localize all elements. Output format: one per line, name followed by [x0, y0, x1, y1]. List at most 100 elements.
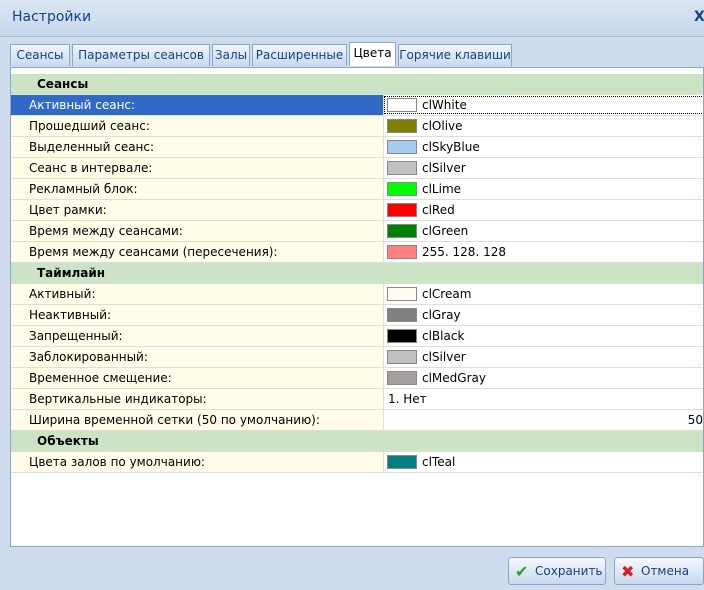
- color-swatch: [387, 203, 417, 217]
- property-row-vertical-indicators[interactable]: Вертикальные индикаторы: 1. Нет: [11, 389, 703, 410]
- color-name: clCream: [422, 287, 472, 301]
- color-name: clGreen: [422, 224, 469, 238]
- property-row-highlighted-session[interactable]: Выделенный сеанс: clSkyBlue: [11, 137, 703, 158]
- color-swatch: [387, 308, 417, 322]
- tab-session-params[interactable]: Параметры сеансов: [72, 44, 210, 66]
- property-row-active[interactable]: Активный: clCream: [11, 284, 703, 305]
- color-value-cell[interactable]: clGray: [383, 305, 703, 325]
- tab-colors[interactable]: Цвета: [349, 42, 396, 66]
- property-row-time-between-overlap[interactable]: Время между сеансами (пересечения): 255.…: [11, 242, 703, 263]
- category-title: Таймлайн: [37, 266, 106, 280]
- property-label: Время между сеансами (пересечения):: [29, 245, 278, 259]
- property-row-past-session[interactable]: Прошедший сеанс: clOlive: [11, 116, 703, 137]
- property-label: Временное смещение:: [29, 371, 172, 385]
- property-row-inactive[interactable]: Неактивный: clGray: [11, 305, 703, 326]
- color-value-cell[interactable]: clSilver: [383, 158, 703, 178]
- color-swatch: [387, 98, 417, 112]
- color-name: clRed: [422, 203, 455, 217]
- value-text: 50: [687, 413, 703, 427]
- color-value-cell[interactable]: clCream: [383, 284, 703, 304]
- color-swatch: [387, 455, 417, 469]
- property-label: Цвета залов по умолчанию:: [29, 455, 205, 469]
- cancel-button[interactable]: ✖ Отмена: [614, 557, 704, 585]
- property-label: Ширина временной сетки (50 по умолчанию)…: [29, 413, 320, 427]
- property-row-frame-color[interactable]: Цвет рамки: clRed: [11, 200, 703, 221]
- color-name: clBlack: [422, 329, 465, 343]
- property-row-time-between[interactable]: Время между сеансами: clGreen: [11, 221, 703, 242]
- cancel-button-label: Отмена: [641, 564, 690, 578]
- color-value-cell[interactable]: 255. 128. 128: [383, 242, 703, 262]
- property-row-ad-block[interactable]: Рекламный блок: clLime: [11, 179, 703, 200]
- color-value-cell[interactable]: clRed: [383, 200, 703, 220]
- property-row-grid-width[interactable]: Ширина временной сетки (50 по умолчанию)…: [11, 410, 703, 431]
- tab-hotkeys[interactable]: Горячие клавиши: [398, 44, 512, 66]
- property-label: Активный сеанс:: [29, 98, 136, 112]
- property-row-time-offset[interactable]: Временное смещение: clMedGray: [11, 368, 703, 389]
- color-value-cell[interactable]: clOlive: [383, 116, 703, 136]
- category-title: Сеансы: [37, 77, 89, 91]
- property-row-active-session[interactable]: Активный сеанс: clWhite: [11, 95, 703, 116]
- property-label: Вертикальные индикаторы:: [29, 392, 207, 406]
- color-value-cell[interactable]: clWhite: [383, 95, 703, 115]
- value-text: 1. Нет: [388, 392, 427, 406]
- property-label: Рекламный блок:: [29, 182, 138, 196]
- color-name: 255. 128. 128: [422, 245, 506, 259]
- color-value-cell[interactable]: clSkyBlue: [383, 137, 703, 157]
- color-value-cell[interactable]: clLime: [383, 179, 703, 199]
- property-label: Выделенный сеанс:: [29, 140, 155, 154]
- title-bar: Настройки X: [0, 0, 704, 37]
- property-row-default-hall-colors[interactable]: Цвета залов по умолчанию: clTeal: [11, 452, 703, 473]
- cross-icon: ✖: [621, 562, 635, 581]
- category-timeline[interactable]: Таймлайн: [11, 263, 703, 284]
- color-swatch: [387, 245, 417, 259]
- color-name: clGray: [422, 308, 461, 322]
- property-row-session-in-interval[interactable]: Сеанс в интервале: clSilver: [11, 158, 703, 179]
- color-value-cell[interactable]: clSilver: [383, 347, 703, 367]
- color-swatch: [387, 371, 417, 385]
- color-name: clSilver: [422, 350, 466, 364]
- color-name: clWhite: [422, 98, 467, 112]
- checkmark-icon: ✔: [515, 562, 529, 581]
- property-row-blocked[interactable]: Заблокированный: clSilver: [11, 347, 703, 368]
- color-value-cell[interactable]: clTeal: [383, 452, 703, 472]
- property-label: Неактивный:: [29, 308, 112, 322]
- window-title: Настройки: [12, 9, 92, 25]
- property-row-forbidden[interactable]: Запрещенный: clBlack: [11, 326, 703, 347]
- color-swatch: [387, 287, 417, 301]
- color-name: clLime: [422, 182, 462, 196]
- property-grid: Сеансы Активный сеанс: clWhite Прошедший…: [10, 67, 704, 547]
- tab-advanced[interactable]: Расширенные: [252, 44, 347, 66]
- color-swatch: [387, 119, 417, 133]
- color-name: clOlive: [422, 119, 463, 133]
- color-swatch: [387, 140, 417, 154]
- category-title: Объекты: [37, 434, 99, 448]
- category-sessions[interactable]: Сеансы: [11, 74, 703, 95]
- close-icon[interactable]: X: [694, 9, 704, 25]
- category-objects[interactable]: Объекты: [11, 431, 703, 452]
- color-swatch: [387, 224, 417, 238]
- color-name: clMedGray: [422, 371, 486, 385]
- property-label: Заблокированный:: [29, 350, 148, 364]
- color-swatch: [387, 329, 417, 343]
- property-label: Прошедший сеанс:: [29, 119, 150, 133]
- property-label: Запрещенный:: [29, 329, 123, 343]
- dialog-footer: ✔ Сохранить ✖ Отмена: [10, 547, 704, 590]
- color-name: clTeal: [422, 455, 456, 469]
- color-name: clSilver: [422, 161, 466, 175]
- color-swatch: [387, 350, 417, 364]
- color-swatch: [387, 161, 417, 175]
- value-cell[interactable]: 50: [383, 410, 703, 430]
- property-label: Сеанс в интервале:: [29, 161, 153, 175]
- save-button-label: Сохранить: [535, 564, 603, 578]
- property-label: Цвет рамки:: [29, 203, 107, 217]
- save-button[interactable]: ✔ Сохранить: [508, 557, 606, 585]
- tab-sessions[interactable]: Сеансы: [10, 44, 70, 66]
- color-name: clSkyBlue: [422, 140, 480, 154]
- color-value-cell[interactable]: clGreen: [383, 221, 703, 241]
- color-value-cell[interactable]: clBlack: [383, 326, 703, 346]
- color-value-cell[interactable]: clMedGray: [383, 368, 703, 388]
- tab-halls[interactable]: Залы: [212, 44, 250, 66]
- property-label: Время между сеансами:: [29, 224, 183, 238]
- property-label: Активный:: [29, 287, 96, 301]
- value-cell[interactable]: 1. Нет: [383, 389, 703, 409]
